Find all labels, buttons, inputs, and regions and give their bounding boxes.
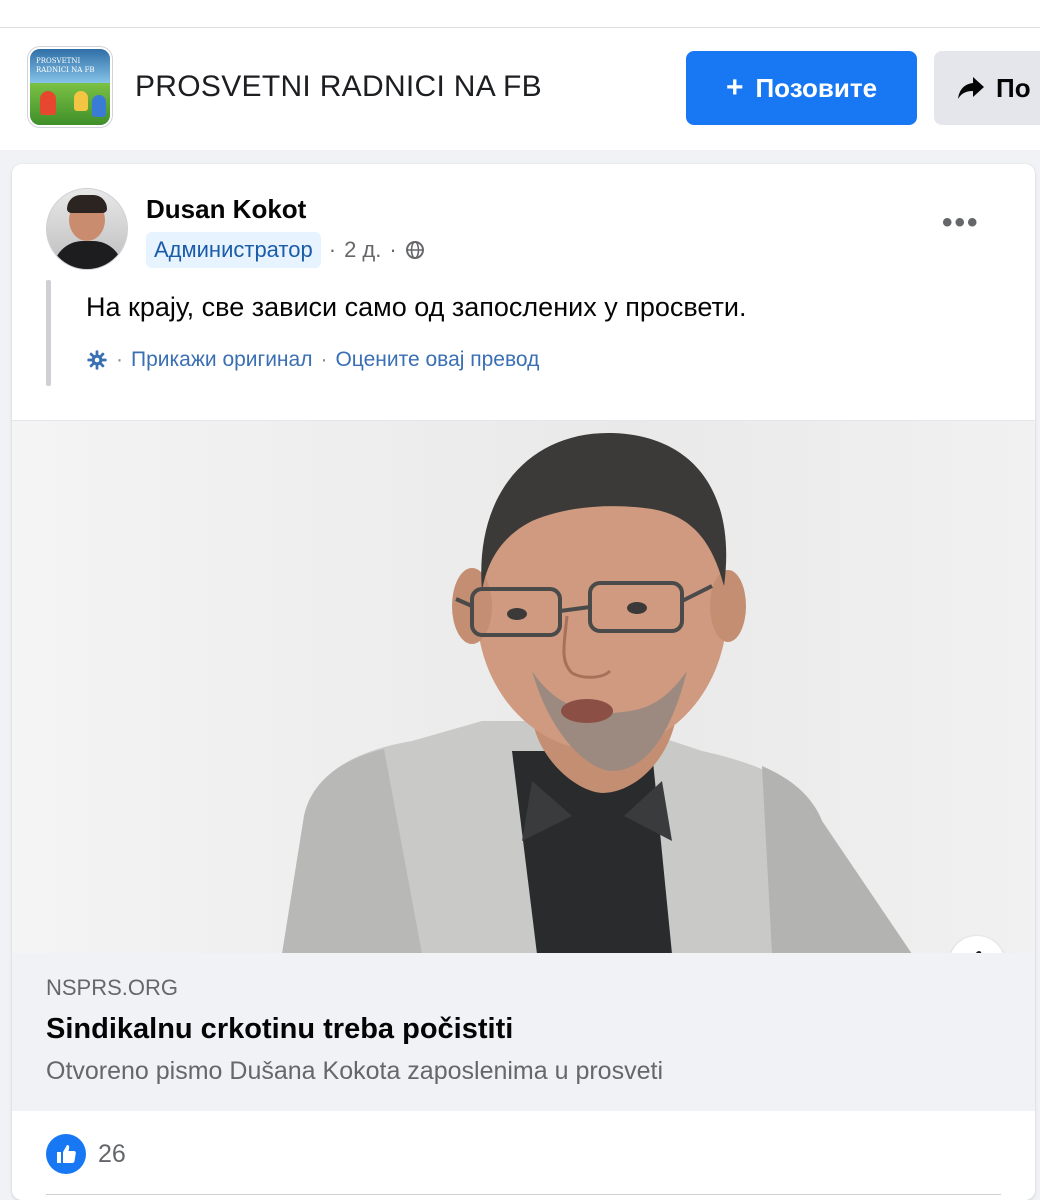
post-meta: Администратор · 2 д. · bbox=[146, 232, 425, 268]
reactions-summary[interactable]: 26 bbox=[46, 1134, 126, 1174]
like-icon bbox=[46, 1134, 86, 1174]
globe-icon[interactable] bbox=[405, 240, 425, 260]
rate-translation-link[interactable]: Оцените овај превод bbox=[335, 348, 539, 372]
man-portrait-photo bbox=[282, 432, 912, 953]
meta-separator: · bbox=[328, 237, 337, 262]
post-text: На крају, све зависи само од запослених … bbox=[86, 292, 747, 322]
plus-icon: + bbox=[725, 71, 744, 104]
translation-quote-bar bbox=[46, 280, 51, 386]
gear-icon[interactable] bbox=[86, 349, 108, 371]
share-button[interactable]: По bbox=[934, 51, 1040, 125]
post-time[interactable]: 2 д. bbox=[344, 237, 381, 263]
link-description: Otvoreno pismo Dušana Kokota zaposlenima… bbox=[46, 1057, 663, 1085]
reaction-count: 26 bbox=[98, 1139, 126, 1168]
translation-separator: · bbox=[320, 348, 328, 371]
avatar-hair bbox=[67, 195, 107, 213]
author-avatar[interactable] bbox=[46, 188, 128, 270]
top-strip bbox=[0, 0, 1040, 28]
share-arrow-icon bbox=[958, 77, 984, 99]
invite-button[interactable]: + Позовите bbox=[686, 51, 917, 125]
avatar-figure bbox=[40, 91, 56, 115]
group-avatar-text: PROSVETNI RADNICI NA FB bbox=[36, 57, 95, 74]
group-title[interactable]: PROSVETNI RADNICI NA FB bbox=[135, 70, 542, 104]
author-name[interactable]: Dusan Kokot bbox=[146, 194, 306, 225]
action-divider bbox=[46, 1194, 1001, 1195]
link-domain: NSPRS.ORG bbox=[46, 975, 179, 1000]
link-title: Sindikalnu crkotinu treba počistiti bbox=[46, 1013, 514, 1045]
link-preview-meta[interactable]: NSPRS.ORG Sindikalnu crkotinu treba poči… bbox=[12, 953, 1035, 1111]
translation-separator: · bbox=[116, 348, 123, 371]
translation-row: · Прикажи оригинал · Оцените овај превод bbox=[86, 348, 539, 372]
share-button-label: По bbox=[996, 72, 1031, 103]
meta-separator: · bbox=[389, 237, 397, 262]
more-options-icon[interactable]: ••• bbox=[942, 206, 980, 240]
avatar-figure bbox=[92, 95, 106, 117]
post-card: Dusan Kokot Администратор · 2 д. · ••• Н… bbox=[12, 164, 1035, 1200]
group-avatar[interactable]: PROSVETNI RADNICI NA FB bbox=[28, 47, 112, 127]
link-preview-image[interactable] bbox=[12, 420, 1035, 953]
show-original-link[interactable]: Прикажи оригинал bbox=[131, 348, 312, 372]
role-badge[interactable]: Администратор bbox=[146, 232, 321, 268]
invite-button-label: Позовите bbox=[755, 72, 878, 103]
avatar-figure bbox=[74, 91, 88, 111]
